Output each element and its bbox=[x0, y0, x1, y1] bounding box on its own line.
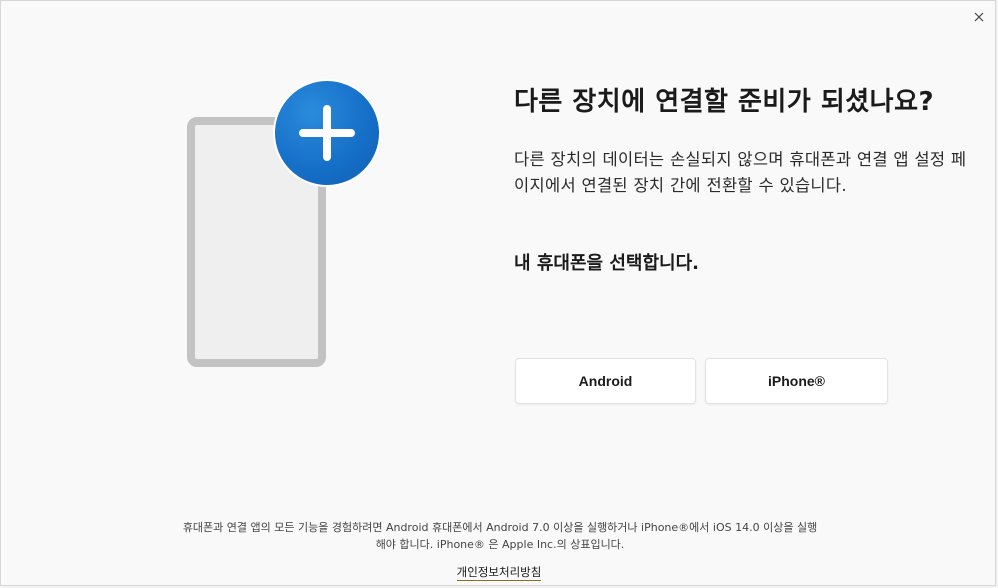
plus-icon bbox=[299, 105, 355, 161]
footnote-line-2: 해야 합니다. iPhone® 은 Apple Inc.의 상표입니다. bbox=[375, 538, 625, 551]
close-button[interactable] bbox=[969, 7, 989, 27]
description-text: 다른 장치의 데이터는 손실되지 않으며 휴대폰과 연결 앱 설정 페이지에서 … bbox=[514, 150, 967, 195]
choose-phone-label: 내 휴대폰을 선택합니다. bbox=[514, 253, 699, 274]
device-options: Android iPhone® bbox=[515, 358, 888, 404]
main-content: 다른 장치에 연결할 준비가 되셨나요? 다른 장치의 데이터는 손실되지 않으… bbox=[514, 83, 969, 277]
connect-illustration bbox=[181, 79, 381, 374]
plus-badge bbox=[275, 81, 379, 185]
privacy-policy-container: 개인정보처리방침 bbox=[1, 564, 997, 581]
page-title: 다른 장치에 연결할 준비가 되셨나요? bbox=[514, 87, 935, 117]
privacy-policy-link[interactable]: 개인정보처리방침 bbox=[456, 565, 542, 581]
close-icon bbox=[974, 12, 984, 22]
iphone-button[interactable]: iPhone® bbox=[705, 358, 888, 404]
dialog-window: 다른 장치에 연결할 준비가 되셨나요? 다른 장치의 데이터는 손실되지 않으… bbox=[0, 0, 996, 586]
footnote: 휴대폰과 연결 앱의 모든 기능을 경험하려면 Android 휴대폰에서 An… bbox=[101, 519, 899, 553]
footnote-line-1: 휴대폰과 연결 앱의 모든 기능을 경험하려면 Android 휴대폰에서 An… bbox=[182, 521, 818, 534]
android-button[interactable]: Android bbox=[515, 358, 696, 404]
